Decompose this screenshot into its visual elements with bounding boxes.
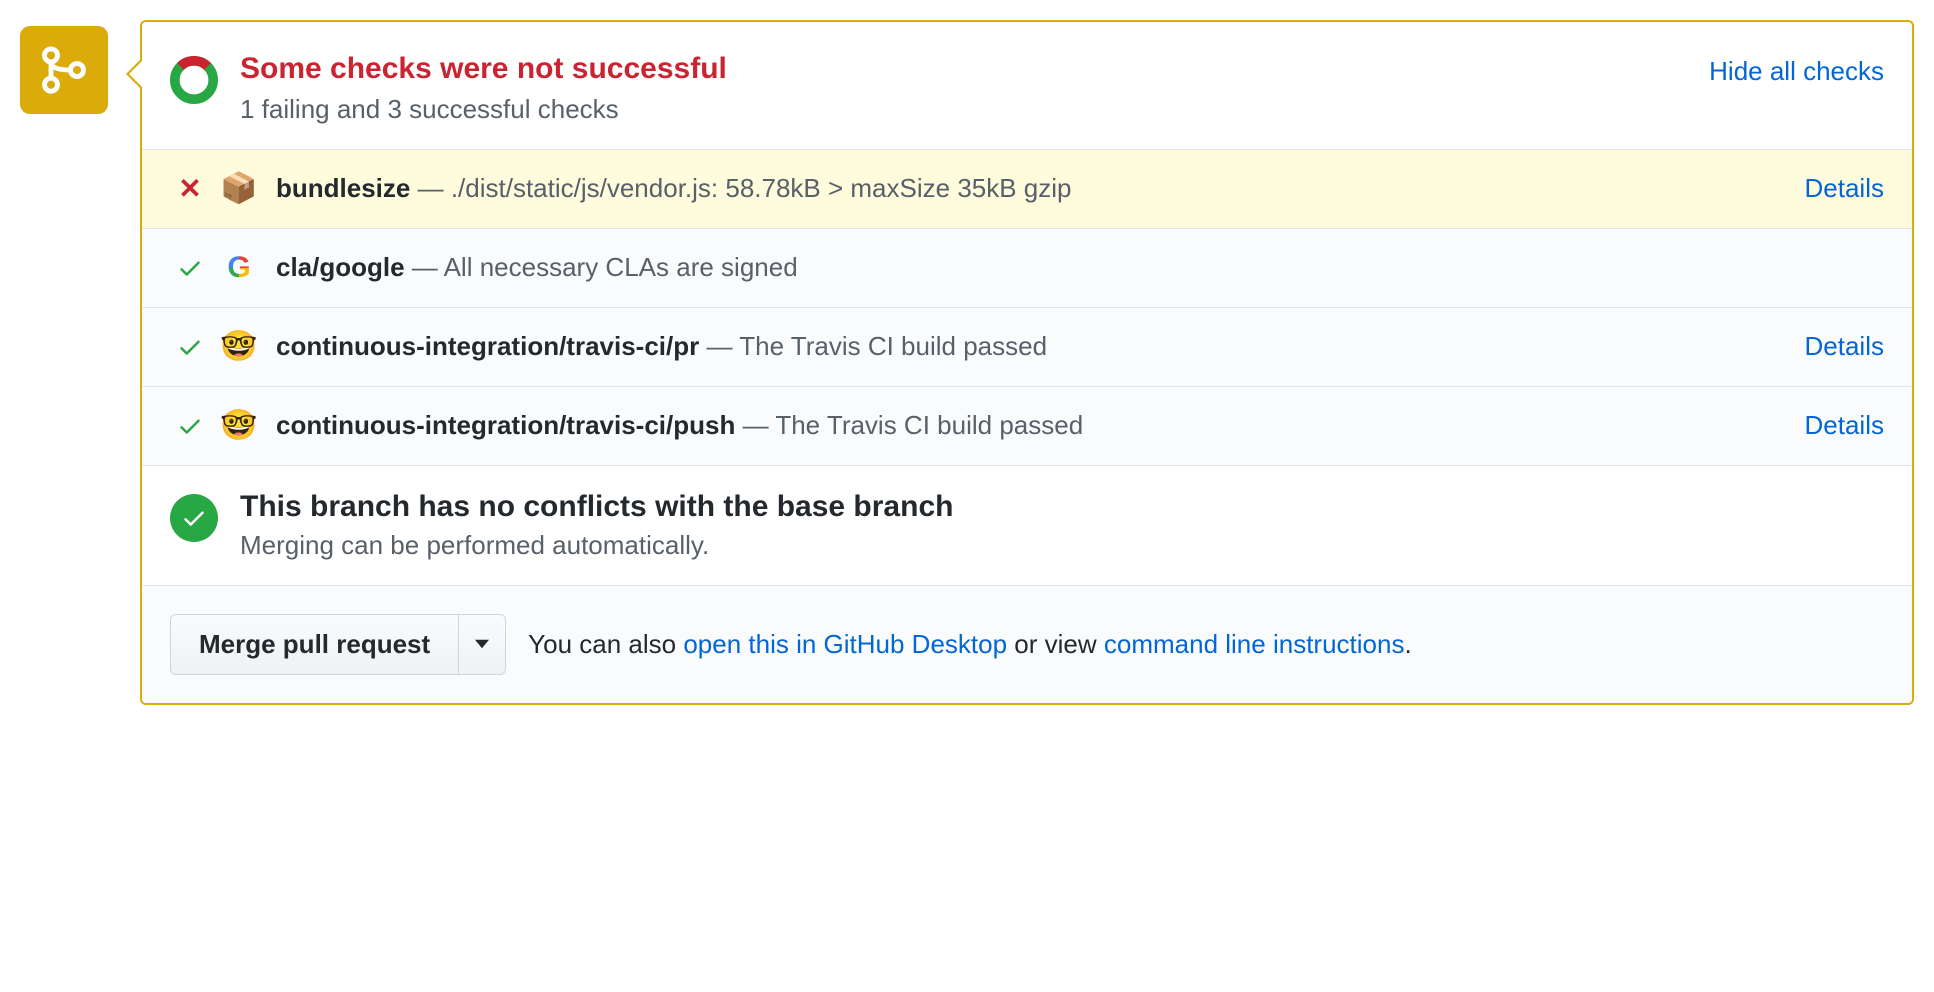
google-icon: G [220, 249, 258, 287]
check-desc: The Travis CI build passed [775, 410, 1083, 440]
merge-box: Some checks were not successful 1 failin… [140, 20, 1914, 705]
check-row: Gcla/google — All necessary CLAs are sig… [142, 229, 1912, 308]
cli-instructions-link[interactable]: command line instructions [1104, 629, 1405, 659]
check-status-icon [170, 255, 210, 281]
check-text: continuous-integration/travis-ci/push — … [276, 410, 1789, 441]
check-status-icon: ✕ [170, 172, 210, 205]
merge-status-section: This branch has no conflicts with the ba… [142, 466, 1912, 586]
travis-icon: 🤓 [220, 328, 258, 366]
check-desc: The Travis CI build passed [739, 331, 1047, 361]
check-name: continuous-integration/travis-ci/push [276, 410, 735, 440]
check-row: 🤓 continuous-integration/travis-ci/push —… [142, 387, 1912, 466]
check-status-icon [170, 334, 210, 360]
checks-title: Some checks were not successful [240, 50, 1693, 88]
git-merge-icon [38, 44, 90, 96]
check-icon [177, 413, 203, 439]
status-donut-icon [170, 56, 218, 104]
merge-status-subtitle: Merging can be performed automatically. [240, 530, 953, 561]
check-name: continuous-integration/travis-ci/pr [276, 331, 699, 361]
hide-all-checks-link[interactable]: Hide all checks [1709, 56, 1884, 87]
merge-button-group: Merge pull request [170, 614, 506, 675]
package-icon: 📦 [220, 170, 258, 208]
travis-icon: 🤓 [220, 407, 258, 445]
check-text: bundlesize — ./dist/static/js/vendor.js:… [276, 173, 1789, 204]
check-row: 🤓 continuous-integration/travis-ci/pr — T… [142, 308, 1912, 387]
help-mid: or view [1007, 629, 1104, 659]
check-icon [177, 334, 203, 360]
git-merge-badge [20, 26, 108, 114]
help-post: . [1404, 629, 1411, 659]
open-desktop-link[interactable]: open this in GitHub Desktop [683, 629, 1007, 659]
merge-status-title: This branch has no conflicts with the ba… [240, 490, 953, 524]
check-name: bundlesize [276, 173, 410, 203]
merge-pull-request-button[interactable]: Merge pull request [170, 614, 459, 675]
checks-header: Some checks were not successful 1 failin… [142, 22, 1912, 150]
check-text: continuous-integration/travis-ci/pr — Th… [276, 331, 1789, 362]
check-desc: ./dist/static/js/vendor.js: 58.78kB > ma… [451, 173, 1072, 203]
success-circle-icon [170, 494, 218, 542]
check-status-icon [170, 413, 210, 439]
details-link[interactable]: Details [1805, 331, 1884, 362]
merge-help-text: You can also open this in GitHub Desktop… [528, 629, 1412, 660]
check-row: ✕ 📦 bundlesize — ./dist/static/js/vendor.j… [142, 150, 1912, 229]
merge-dropdown-button[interactable] [459, 614, 506, 675]
check-name: cla/google [276, 252, 405, 282]
details-link[interactable]: Details [1805, 410, 1884, 441]
help-pre: You can also [528, 629, 683, 659]
merge-footer: Merge pull request You can also open thi… [142, 586, 1912, 703]
check-text: cla/google — All necessary CLAs are sign… [276, 252, 1884, 283]
x-icon: ✕ [178, 172, 201, 205]
details-link[interactable]: Details [1805, 173, 1884, 204]
checks-subtitle: 1 failing and 3 successful checks [240, 94, 1693, 125]
check-icon [177, 255, 203, 281]
caret-down-icon [475, 639, 489, 649]
check-desc: All necessary CLAs are signed [444, 252, 798, 282]
